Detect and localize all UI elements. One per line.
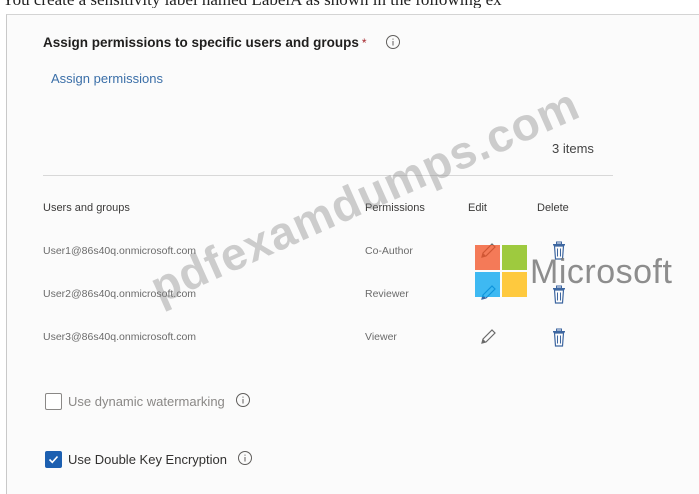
assign-permissions-link[interactable]: Assign permissions	[51, 71, 163, 86]
permissions-panel: Assign permissions to specific users and…	[6, 14, 699, 494]
double-key-encryption-label: Use Double Key Encryption	[68, 452, 227, 467]
header-users-and-groups: Users and groups	[43, 202, 130, 214]
dynamic-watermarking-label: Use dynamic watermarking	[68, 394, 225, 409]
header-permissions: Permissions	[365, 202, 425, 214]
header-delete: Delete	[537, 202, 569, 214]
info-icon[interactable]	[237, 450, 253, 469]
row-permission: Co-Author	[365, 245, 413, 257]
header-edit: Edit	[468, 202, 487, 214]
section-header: Assign permissions to specific users and…	[43, 35, 367, 50]
row-user: User3@86s40q.onmicrosoft.com	[43, 331, 197, 343]
required-mark: *	[361, 36, 367, 50]
cropped-caption: You create a sensitivity label named Lab…	[2, 0, 699, 8]
row-permission: Reviewer	[365, 288, 409, 300]
row-permission: Viewer	[365, 331, 397, 343]
divider	[43, 175, 613, 176]
microsoft-brand-text: Microsoft	[530, 253, 673, 291]
double-key-encryption-option[interactable]: Use Double Key Encryption	[45, 450, 253, 469]
row-user: User2@86s40q.onmicrosoft.com	[43, 288, 197, 300]
section-title: Assign permissions to specific users and…	[43, 35, 359, 50]
trash-icon[interactable]	[550, 328, 568, 348]
items-count: 3 items	[552, 141, 594, 156]
double-key-encryption-checkbox[interactable]	[45, 451, 62, 468]
dynamic-watermarking-checkbox[interactable]	[45, 393, 62, 410]
microsoft-logo-icon	[475, 245, 527, 297]
info-icon[interactable]	[385, 34, 401, 50]
info-icon[interactable]	[235, 392, 251, 411]
dynamic-watermarking-option[interactable]: Use dynamic watermarking	[45, 392, 251, 411]
pencil-icon[interactable]	[479, 327, 497, 347]
row-user: User1@86s40q.onmicrosoft.com	[43, 245, 197, 257]
